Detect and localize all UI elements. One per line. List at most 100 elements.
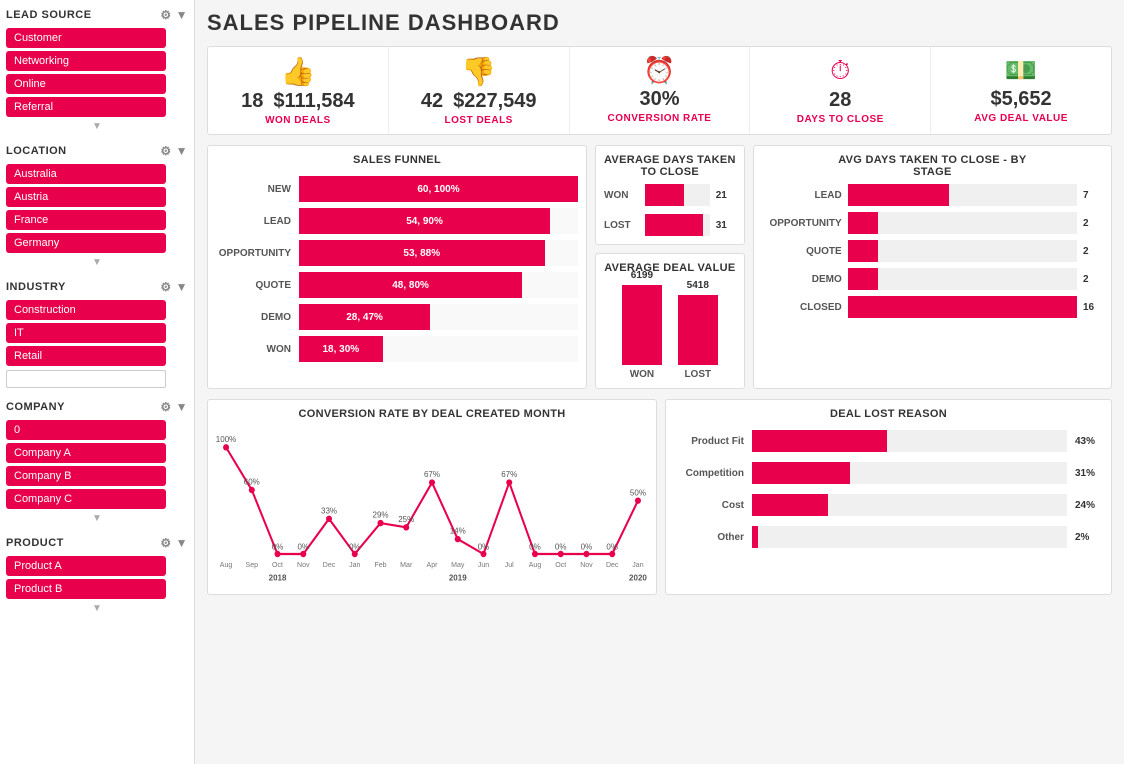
conversion-rate-title: CONVERSION RATE BY DEAL CREATED MONTH bbox=[216, 408, 648, 420]
svg-text:Aug: Aug bbox=[529, 560, 542, 569]
filter-funnel-icon[interactable]: ▼ bbox=[176, 144, 188, 158]
filter-item[interactable]: Company C bbox=[6, 489, 166, 509]
funnel-bar-wrap: 48, 80% bbox=[299, 272, 578, 298]
filter-item[interactable]: Customer bbox=[6, 28, 166, 48]
middle-charts: AVERAGE DAYS TAKENTO CLOSE WON 21 LOST 3… bbox=[595, 145, 745, 389]
kpi-days-to-close: ⏱ 28 DAYS TO CLOSE bbox=[750, 47, 931, 134]
lost-pct: 43% bbox=[1075, 436, 1103, 447]
stage-label: OPPORTUNITY bbox=[762, 218, 842, 229]
filter-funnel-icon[interactable]: ▼ bbox=[176, 280, 188, 294]
stage-label: DEMO bbox=[762, 274, 842, 285]
filter-item[interactable]: IT bbox=[6, 323, 166, 343]
industry-search-input[interactable] bbox=[6, 370, 166, 388]
scroll-down-indicator: ▼ bbox=[6, 603, 188, 614]
svg-text:0%: 0% bbox=[272, 543, 284, 552]
filter-item[interactable]: Germany bbox=[6, 233, 166, 253]
svg-text:25%: 25% bbox=[398, 515, 415, 524]
sidebar: LEAD SOURCE ⚙ ▼ Customer Networking Onli… bbox=[0, 0, 195, 764]
lost-bar bbox=[752, 462, 850, 484]
filter-funnel-icon[interactable]: ▼ bbox=[176, 400, 188, 414]
lost-bar-wrap bbox=[752, 462, 1067, 484]
stage-label: CLOSED bbox=[762, 302, 842, 313]
lost-reason-row: Competition 31% bbox=[674, 462, 1103, 484]
line-chart-wrap: 100%Aug60%Sep0%Oct0%Nov33%Dec0%Jan29%Feb… bbox=[216, 426, 648, 586]
filter-item[interactable]: Product A bbox=[6, 556, 166, 576]
filter-icons: ⚙ ▼ bbox=[160, 400, 188, 414]
lost-bar-wrap bbox=[752, 430, 1067, 452]
filter-item[interactable]: Construction bbox=[6, 300, 166, 320]
filter-item[interactable]: Online bbox=[6, 74, 166, 94]
svg-text:0%: 0% bbox=[349, 543, 361, 552]
stage-bar-wrap bbox=[848, 184, 1077, 206]
svg-text:29%: 29% bbox=[372, 511, 389, 520]
filter-funnel-icon[interactable]: ▼ bbox=[176, 536, 188, 550]
funnel-bar-wrap: 28, 47% bbox=[299, 304, 578, 330]
filter-item[interactable]: Retail bbox=[6, 346, 166, 366]
filter-section-lead-source: LEAD SOURCE ⚙ ▼ Customer Networking Onli… bbox=[6, 6, 188, 132]
filter-item[interactable]: 0 bbox=[6, 420, 166, 440]
svg-text:Dec: Dec bbox=[323, 560, 336, 569]
kpi-avg-deal-value: 💵 $5,652 AVG DEAL VALUE bbox=[931, 47, 1111, 134]
deal-val: 6199 bbox=[631, 270, 653, 281]
lost-bar bbox=[752, 526, 758, 548]
filter-item[interactable]: Referral bbox=[6, 97, 166, 117]
funnel-bar: 60, 100% bbox=[299, 176, 578, 202]
kpi-lost-count: 42 bbox=[421, 90, 443, 113]
filter-items-industry: Construction IT Retail bbox=[6, 300, 188, 366]
avg-val: 31 bbox=[716, 220, 736, 231]
filter-sort-icon[interactable]: ⚙ bbox=[160, 8, 171, 22]
deal-label: WON bbox=[630, 369, 654, 380]
stage-label: LEAD bbox=[762, 190, 842, 201]
filter-item[interactable]: Company B bbox=[6, 466, 166, 486]
filter-item[interactable]: Product B bbox=[6, 579, 166, 599]
thumbs-up-icon: 👍 bbox=[280, 55, 315, 88]
deal-bar-col: 6199 WON bbox=[622, 270, 662, 380]
filter-label-lead-source: LEAD SOURCE bbox=[6, 9, 92, 21]
svg-text:0%: 0% bbox=[529, 543, 541, 552]
filter-item[interactable]: France bbox=[6, 210, 166, 230]
svg-text:Jul: Jul bbox=[505, 560, 514, 569]
svg-text:100%: 100% bbox=[216, 435, 237, 444]
filter-sort-icon[interactable]: ⚙ bbox=[160, 536, 171, 550]
kpi-lost-value: $227,549 bbox=[453, 90, 536, 113]
svg-text:Apr: Apr bbox=[427, 560, 439, 569]
deal-bar bbox=[678, 295, 718, 365]
filter-item[interactable]: Australia bbox=[6, 164, 166, 184]
avg-days-row: LOST 31 bbox=[604, 214, 736, 236]
svg-text:Nov: Nov bbox=[580, 560, 593, 569]
avg-val: 21 bbox=[716, 190, 736, 201]
svg-text:Mar: Mar bbox=[400, 560, 413, 569]
stage-bar-row: LEAD 7 bbox=[762, 184, 1103, 206]
funnel-bar-row: WON 18, 30% bbox=[216, 336, 578, 362]
svg-text:33%: 33% bbox=[321, 506, 338, 515]
scroll-down-indicator: ▼ bbox=[6, 513, 188, 524]
filter-label-product: PRODUCT bbox=[6, 537, 64, 549]
kpi-conversion-rate: ⏰ 30% CONVERSION RATE bbox=[570, 47, 751, 134]
stage-bars: LEAD 7 OPPORTUNITY 2 QUOTE 2 DEMO 2 CLOS… bbox=[762, 184, 1103, 318]
funnel-bar-label: DEMO bbox=[216, 312, 291, 323]
filter-icons: ⚙ ▼ bbox=[160, 144, 188, 158]
charts-row-1: SALES FUNNEL NEW 60, 100% LEAD 54, 90% O… bbox=[207, 145, 1112, 389]
stage-val: 2 bbox=[1083, 218, 1103, 229]
filter-funnel-icon[interactable]: ▼ bbox=[176, 8, 188, 22]
avg-bar-wrap bbox=[645, 214, 710, 236]
funnel-bar-label: LEAD bbox=[216, 216, 291, 227]
filter-sort-icon[interactable]: ⚙ bbox=[160, 280, 171, 294]
filter-item[interactable]: Austria bbox=[6, 187, 166, 207]
svg-text:Feb: Feb bbox=[374, 560, 386, 569]
filter-sort-icon[interactable]: ⚙ bbox=[160, 144, 171, 158]
lost-bar bbox=[752, 430, 887, 452]
filter-sort-icon[interactable]: ⚙ bbox=[160, 400, 171, 414]
deal-bar bbox=[622, 285, 662, 365]
deal-val: 5418 bbox=[687, 280, 709, 291]
stage-bar bbox=[848, 184, 949, 206]
svg-text:Nov: Nov bbox=[297, 560, 310, 569]
stage-bar bbox=[848, 296, 1077, 318]
filter-item[interactable]: Company A bbox=[6, 443, 166, 463]
kpi-days-label: DAYS TO CLOSE bbox=[797, 114, 884, 125]
filter-item[interactable]: Networking bbox=[6, 51, 166, 71]
funnel-bar-row: LEAD 54, 90% bbox=[216, 208, 578, 234]
kpi-won-count: 18 bbox=[241, 90, 263, 113]
kpi-conversion-values: 30% bbox=[639, 88, 679, 111]
stage-bar bbox=[848, 240, 878, 262]
